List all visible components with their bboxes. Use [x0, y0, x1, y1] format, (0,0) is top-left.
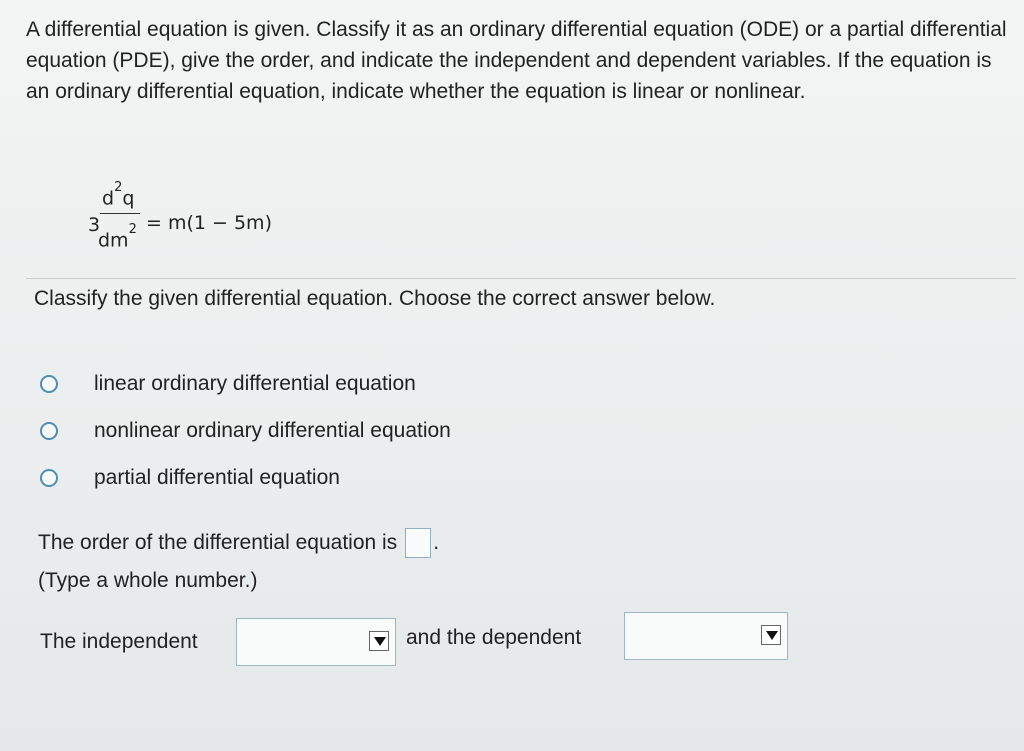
equation-rhs: = m(1 − 5m): [146, 212, 272, 234]
order-hint: (Type a whole number.): [38, 569, 258, 592]
independent-label: The independent: [40, 630, 198, 653]
independent-variable-select[interactable]: [236, 618, 396, 666]
equation-numerator: d2q: [102, 180, 135, 210]
option-label: linear ordinary differential equation: [94, 371, 416, 395]
order-question: The order of the differential equation i…: [38, 528, 439, 558]
dependent-label: and the dependent: [406, 626, 582, 649]
dropdown-arrow-icon[interactable]: [369, 631, 389, 651]
answer-options: linear ordinary differential equation no…: [40, 360, 451, 501]
radio-button[interactable]: [40, 374, 58, 393]
radio-button[interactable]: [40, 468, 58, 487]
question-text: A differential equation is given. Classi…: [26, 18, 1007, 103]
page: A differential equation is given. Classi…: [0, 0, 1024, 751]
numerator-d: d: [102, 187, 115, 210]
denominator-dm: dm: [98, 229, 129, 252]
equation: 3 d2q dm2 = m(1 − 5m): [88, 178, 408, 268]
fraction-bar: [100, 213, 140, 214]
prompt-text: Classify the given differential equation…: [34, 287, 716, 310]
order-period: .: [433, 531, 440, 554]
equation-denominator: dm2: [98, 222, 137, 252]
numerator-var: q: [122, 187, 135, 210]
option-label: nonlinear ordinary differential equation: [94, 418, 451, 442]
order-input[interactable]: [405, 528, 432, 558]
radio-button[interactable]: [40, 421, 58, 440]
option-label: partial differential equation: [94, 465, 340, 489]
divider: [26, 278, 1016, 279]
variables-row: The independent and the dependent: [40, 612, 800, 666]
option-nonlinear-ode[interactable]: nonlinear ordinary differential equation: [40, 407, 451, 454]
order-label: The order of the differential equation i…: [38, 531, 398, 554]
dependent-variable-select[interactable]: [624, 612, 788, 660]
denominator-power: 2: [128, 222, 137, 237]
option-linear-ode[interactable]: linear ordinary differential equation: [40, 360, 451, 407]
option-pde[interactable]: partial differential equation: [40, 454, 451, 501]
dropdown-arrow-icon[interactable]: [761, 625, 781, 645]
numerator-power: 2: [114, 180, 123, 195]
